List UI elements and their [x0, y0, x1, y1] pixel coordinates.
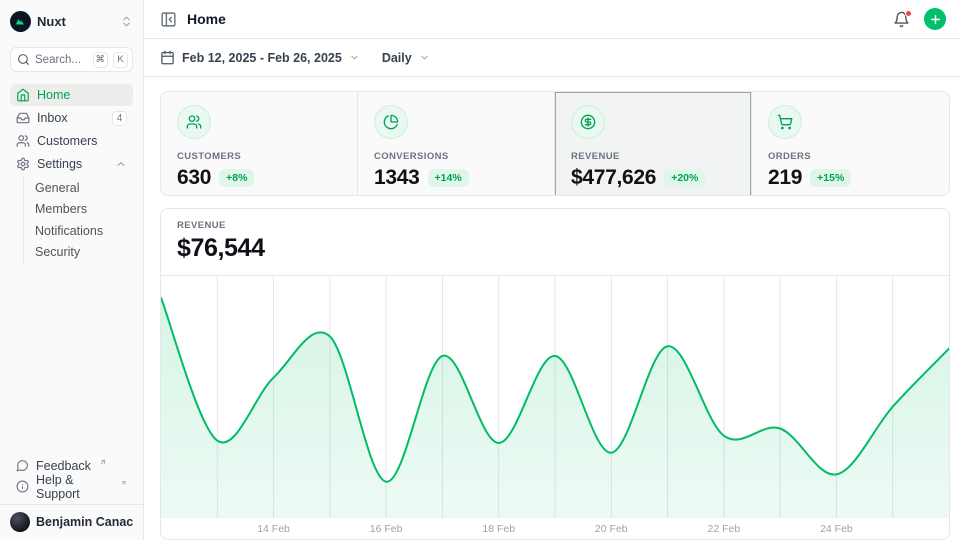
filter-toolbar: Feb 12, 2025 - Feb 26, 2025 Daily — [144, 39, 960, 77]
kbd-k: K — [113, 52, 128, 68]
home-icon — [16, 88, 30, 102]
sidebar-item-notifications[interactable]: Notifications — [35, 220, 133, 242]
help-support-link[interactable]: Help & Support — [10, 476, 133, 497]
chevron-down-icon — [419, 52, 430, 63]
user-menu[interactable]: Benjamin Canac — [0, 504, 143, 534]
stat-delta-badge: +20% — [664, 169, 705, 187]
chart-value: $76,544 — [177, 234, 933, 263]
chart-x-axis: 14 Feb 16 Feb 18 Feb 20 Feb 22 Feb 24 Feb — [161, 518, 949, 540]
main-area: Home Feb 12, 2025 - Feb 26, 2025 Daily — [144, 0, 960, 540]
help-support-label: Help & Support — [36, 473, 112, 501]
page-title: Home — [187, 11, 893, 27]
stat-delta-badge: +14% — [428, 169, 469, 187]
avatar — [10, 512, 30, 532]
inbox-count-badge: 4 — [112, 111, 127, 126]
period-label: Daily — [382, 51, 412, 65]
sub-item-label: Notifications — [35, 224, 103, 238]
sidebar-item-customers[interactable]: Customers — [10, 130, 133, 152]
sub-item-label: Members — [35, 202, 87, 216]
stat-label: ORDERS — [768, 151, 933, 162]
date-range-picker[interactable]: Feb 12, 2025 - Feb 26, 2025 — [160, 50, 360, 65]
message-circle-icon — [16, 459, 29, 472]
stat-value: $477,626 — [571, 166, 656, 190]
add-button[interactable] — [924, 8, 946, 30]
stat-value: 630 — [177, 166, 211, 190]
stat-value: 1343 — [374, 166, 420, 190]
chevron-down-icon — [349, 52, 360, 63]
collapse-sidebar-icon[interactable] — [160, 11, 177, 28]
chart-header: REVENUE $76,544 — [161, 209, 949, 276]
revenue-chart-card: REVENUE $76,544 — [160, 208, 950, 540]
external-link-arrow-icon — [99, 458, 107, 466]
period-select[interactable]: Daily — [382, 51, 430, 65]
search-icon — [17, 53, 30, 66]
app-root: Nuxt Search... ⌘ K Home — [0, 0, 960, 540]
x-axis-label: 14 Feb — [257, 523, 290, 535]
calendar-icon — [160, 50, 175, 65]
search-input[interactable]: Search... ⌘ K — [10, 47, 133, 72]
stat-label: CUSTOMERS — [177, 151, 341, 162]
x-axis-label: 20 Feb — [595, 523, 628, 535]
date-range-label: Feb 12, 2025 - Feb 26, 2025 — [182, 51, 342, 65]
sub-item-label: Security — [35, 245, 80, 259]
x-axis-label: 16 Feb — [370, 523, 403, 535]
sidebar-item-label: Inbox — [37, 111, 105, 125]
chart-label: REVENUE — [177, 220, 933, 231]
search-placeholder: Search... — [35, 54, 88, 66]
users-icon — [16, 134, 30, 148]
x-axis-label: 22 Feb — [707, 523, 740, 535]
revenue-area-chart[interactable] — [161, 276, 949, 518]
sidebar-item-inbox[interactable]: Inbox 4 — [10, 107, 133, 129]
sidebar-item-members[interactable]: Members — [35, 199, 133, 221]
external-link-arrow-icon — [120, 479, 127, 487]
stat-delta-badge: +15% — [810, 169, 851, 187]
chart-pie-icon — [374, 105, 408, 139]
stat-card-customers[interactable]: CUSTOMERS 630 +8% — [161, 92, 358, 196]
stat-label: REVENUE — [571, 151, 735, 162]
content: CUSTOMERS 630 +8% CONVERSIONS 1343 +14% — [144, 77, 960, 540]
sidebar-item-label: Customers — [37, 134, 127, 148]
team-name: Nuxt — [37, 14, 114, 29]
stat-value: 219 — [768, 166, 802, 190]
users-icon — [177, 105, 211, 139]
chart-canvas — [161, 276, 949, 518]
sidebar-item-label: Settings — [37, 157, 108, 171]
sidebar-item-label: Home — [37, 88, 127, 102]
chevrons-up-down-icon — [120, 15, 133, 28]
sidebar-item-home[interactable]: Home — [10, 84, 133, 106]
stat-delta-badge: +8% — [219, 169, 254, 187]
sidebar-item-general[interactable]: General — [35, 177, 133, 199]
shopping-cart-icon — [768, 105, 802, 139]
user-name: Benjamin Canac — [36, 515, 133, 529]
x-axis-label: 24 Feb — [820, 523, 853, 535]
sidebar-item-security[interactable]: Security — [35, 242, 133, 264]
team-switcher[interactable]: Nuxt — [10, 8, 133, 34]
chevron-up-icon — [115, 158, 127, 170]
sidebar-item-settings[interactable]: Settings — [10, 153, 133, 175]
top-bar: Home — [144, 0, 960, 39]
nuxt-logo-icon — [10, 11, 31, 32]
sidebar: Nuxt Search... ⌘ K Home — [0, 0, 144, 540]
circle-dollar-icon — [571, 105, 605, 139]
stats-row: CUSTOMERS 630 +8% CONVERSIONS 1343 +14% — [160, 91, 950, 196]
kbd-cmd: ⌘ — [93, 52, 109, 68]
stat-card-revenue[interactable]: REVENUE $477,626 +20% — [555, 92, 752, 196]
sidebar-nav: Home Inbox 4 Customers Settings — [10, 84, 133, 263]
notifications-button[interactable] — [893, 11, 910, 28]
feedback-label: Feedback — [36, 459, 91, 473]
stat-card-orders[interactable]: ORDERS 219 +15% — [752, 92, 949, 196]
sub-item-label: General — [35, 181, 79, 195]
gear-icon — [16, 157, 30, 171]
stat-card-conversions[interactable]: CONVERSIONS 1343 +14% — [358, 92, 555, 196]
inbox-icon — [16, 111, 30, 125]
plus-icon — [929, 13, 942, 26]
sidebar-spacer — [10, 263, 133, 455]
x-axis-label: 18 Feb — [482, 523, 515, 535]
notification-dot — [905, 10, 912, 17]
settings-submenu: General Members Notifications Security — [23, 177, 133, 263]
stat-label: CONVERSIONS — [374, 151, 538, 162]
info-circle-icon — [16, 480, 29, 493]
